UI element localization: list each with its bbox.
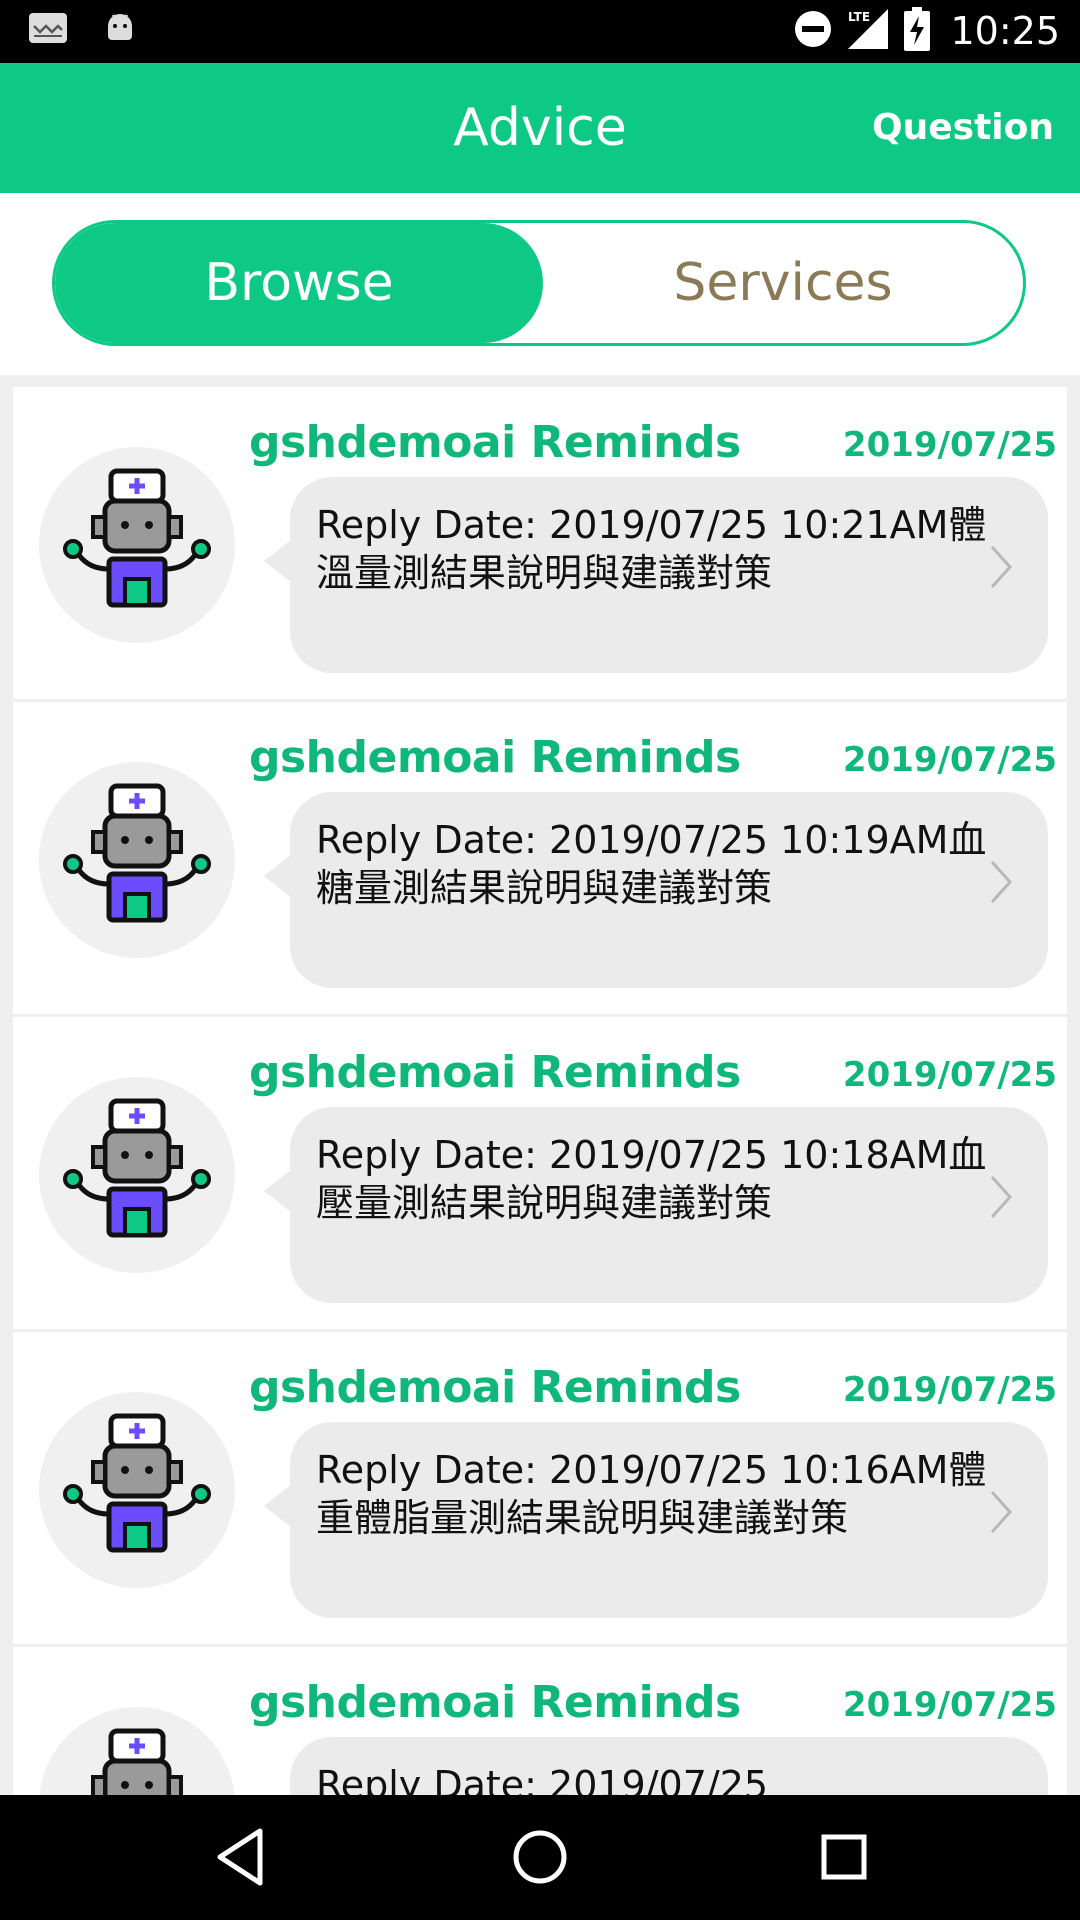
avatar (39, 1077, 235, 1273)
message-bubble[interactable]: Reply Date: 2019/07/25 10:19AM血糖量測結果說明與建… (264, 792, 1048, 988)
bubble-tail (264, 1169, 292, 1213)
chevron-right-icon (990, 1490, 1013, 1534)
message-date: 2019/07/25 (842, 1370, 1057, 1410)
message-bubble[interactable]: Reply Date: 2019/07/25 10:18AM血壓量測結果說明與建… (264, 1107, 1048, 1303)
message-bubble[interactable]: Reply Date: 2019/07/25 10:16AM體重體脂量測結果說明… (264, 1422, 1048, 1618)
list-item[interactable]: gshdemoai Reminds 2019/07/25 Reply Date:… (13, 1017, 1067, 1329)
message-date: 2019/07/25 (842, 425, 1057, 465)
robot-nurse-icon (63, 1413, 211, 1553)
list-item[interactable]: gshdemoai Reminds 2019/07/25 Reply Date:… (13, 387, 1067, 699)
message-text: Reply Date: 2019/07/25 10:19AM血糖量測結果說明與建… (316, 818, 987, 910)
avatar (39, 1392, 235, 1588)
list-item[interactable]: gshdemoai Reminds 2019/07/25 Reply Date:… (13, 1647, 1067, 1795)
bubble-tail (264, 539, 292, 583)
app-bar: Advice Question (0, 63, 1080, 193)
notification-icon (28, 12, 68, 48)
message-date: 2019/07/25 (842, 740, 1057, 780)
bubble-tail (264, 1484, 292, 1528)
tab-services[interactable]: Services (543, 223, 1023, 343)
message-list[interactable]: gshdemoai Reminds 2019/07/25 Reply Date:… (0, 375, 1080, 1795)
message-date: 2019/07/25 (842, 1685, 1057, 1725)
sender-name: gshdemoai Reminds (249, 732, 741, 783)
avatar (39, 447, 235, 643)
system-nav-bar (0, 1795, 1080, 1920)
message-bubble[interactable]: Reply Date: 2019/07/25 (290, 1737, 1048, 1795)
message-text: Reply Date: 2019/07/25 10:16AM體重體脂量測結果說明… (316, 1448, 987, 1540)
dnd-icon (794, 10, 832, 52)
list-item[interactable]: gshdemoai Reminds 2019/07/25 Reply Date:… (13, 702, 1067, 1014)
list-item[interactable]: gshdemoai Reminds 2019/07/25 Reply Date:… (13, 1332, 1067, 1644)
android-icon (104, 12, 136, 48)
sender-name: gshdemoai Reminds (249, 417, 741, 468)
sender-name: gshdemoai Reminds (249, 1677, 741, 1728)
status-bar: LTE 10:25 (0, 0, 1080, 63)
robot-nurse-icon (63, 468, 211, 608)
tab-browse[interactable]: Browse (55, 223, 543, 343)
robot-nurse-icon (63, 783, 211, 923)
chevron-right-icon (990, 1175, 1013, 1219)
robot-nurse-icon (63, 1098, 211, 1238)
chevron-right-icon (990, 545, 1013, 589)
message-text: Reply Date: 2019/07/25 10:18AM血壓量測結果說明與建… (316, 1133, 987, 1225)
segmented-control: Services Browse (52, 220, 1026, 346)
tab-bar-container: Services Browse (0, 193, 1080, 375)
message-text: Reply Date: 2019/07/25 10:21AM體溫量測結果說明與建… (316, 503, 987, 595)
message-date: 2019/07/25 (842, 1055, 1057, 1095)
robot-nurse-icon (91, 1728, 183, 1795)
lte-signal-icon: LTE (846, 7, 890, 55)
message-bubble[interactable]: Reply Date: 2019/07/25 10:21AM體溫量測結果說明與建… (264, 477, 1048, 673)
question-button[interactable]: Question (872, 63, 1054, 193)
home-icon[interactable] (510, 1825, 570, 1889)
svg-text:LTE: LTE (848, 10, 870, 24)
message-text: Reply Date: 2019/07/25 (316, 1763, 769, 1795)
status-time: 10:25 (950, 9, 1060, 53)
avatar (39, 762, 235, 958)
battery-charging-icon (904, 7, 931, 55)
chevron-right-icon (990, 860, 1013, 904)
bubble-tail (264, 854, 292, 898)
recents-icon[interactable] (814, 1825, 874, 1889)
sender-name: gshdemoai Reminds (249, 1047, 741, 1098)
avatar (39, 1707, 235, 1795)
back-icon[interactable] (210, 1825, 270, 1889)
sender-name: gshdemoai Reminds (249, 1362, 741, 1413)
